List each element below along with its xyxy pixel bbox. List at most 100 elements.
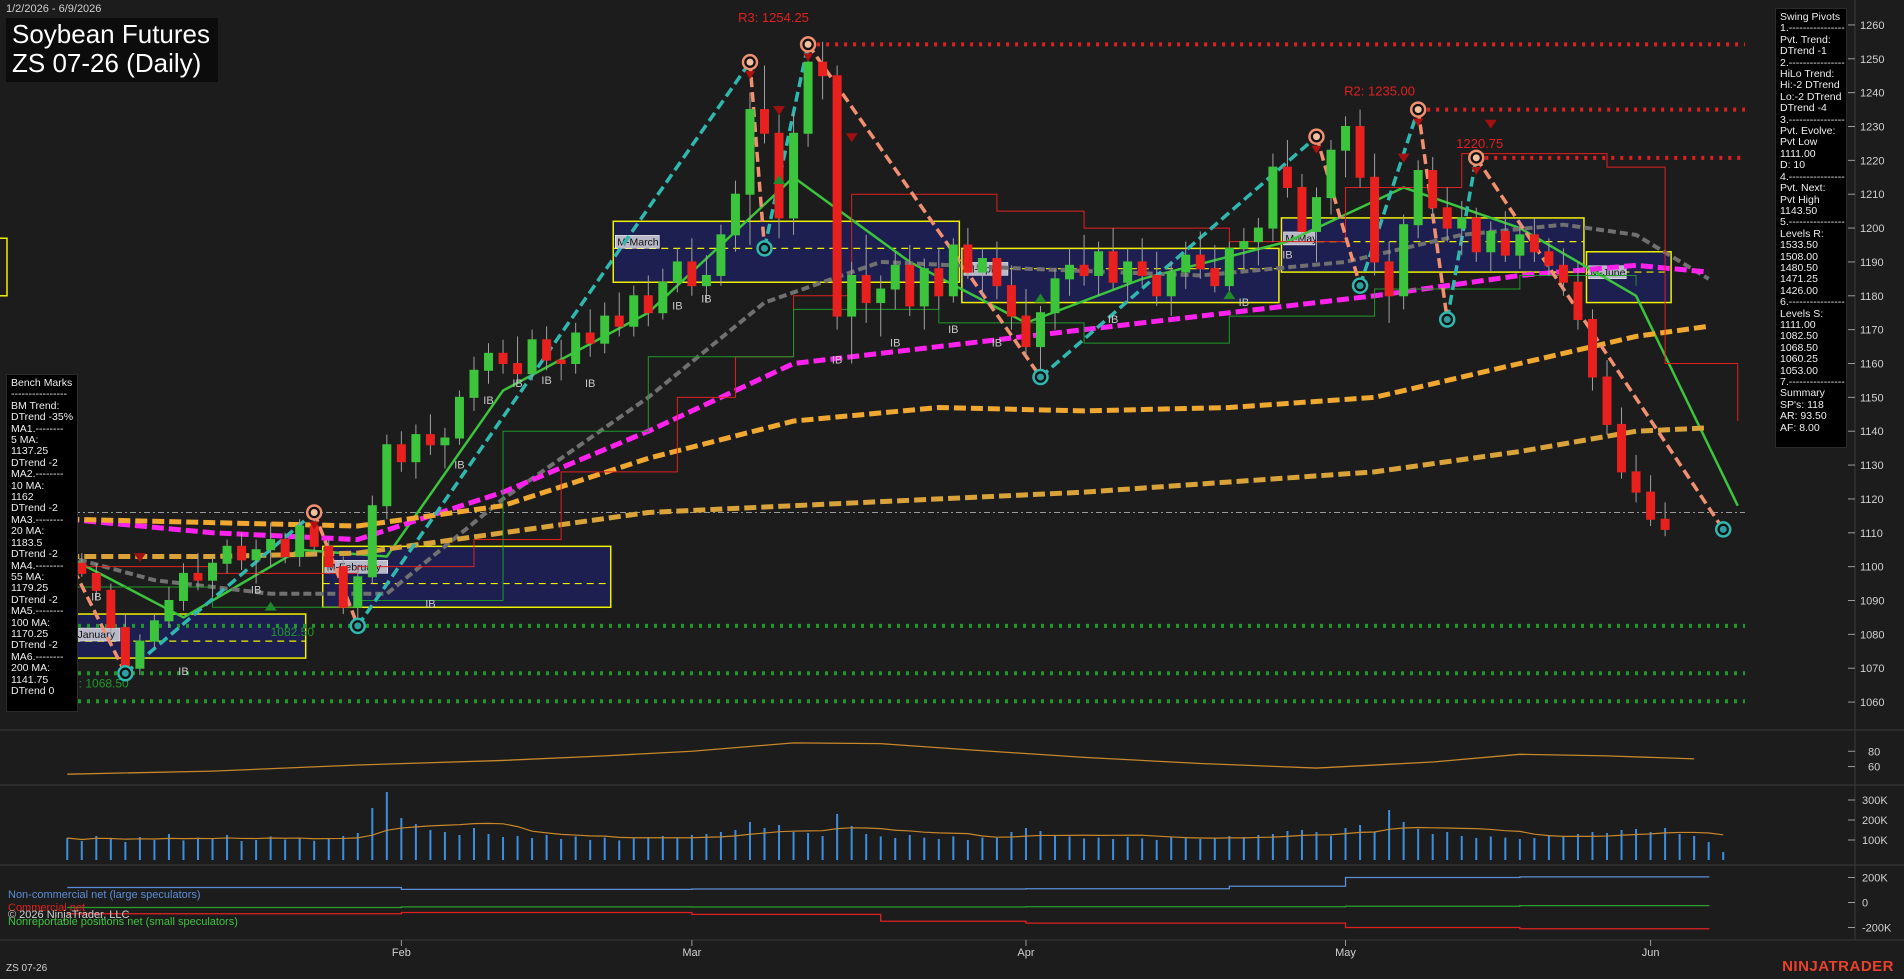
swing-pivots-panel: Swing Pivots 1.---------------- Pvt. Trend… xyxy=(1775,8,1847,448)
ib-marker: IB xyxy=(91,592,101,604)
time-tick-label: May xyxy=(1335,947,1356,959)
ib-marker: IB xyxy=(541,375,551,387)
candle-body xyxy=(716,234,726,276)
candle-body xyxy=(934,268,944,297)
signal-arrow-down xyxy=(1484,119,1497,129)
candle-body xyxy=(1181,254,1191,273)
candle-body xyxy=(1297,186,1307,232)
bench_panel-line: 200 MA: xyxy=(11,662,51,675)
cot-line xyxy=(67,904,1710,909)
candle-body xyxy=(1108,251,1118,283)
candle-body xyxy=(556,359,566,365)
price-tick-label: 1230 xyxy=(1860,122,1884,134)
candle-body xyxy=(760,109,769,134)
candle-body xyxy=(658,281,668,314)
ib-marker: IB xyxy=(890,338,900,350)
candle-body xyxy=(1428,170,1438,209)
candle-body xyxy=(1065,264,1075,280)
candle-body xyxy=(251,549,261,561)
candle-body xyxy=(1471,217,1481,253)
candle-body xyxy=(1617,423,1627,473)
candle-body xyxy=(1195,254,1205,270)
candle-body xyxy=(1079,264,1089,276)
candle-body xyxy=(411,434,421,463)
candle-body xyxy=(454,396,464,439)
candle-body xyxy=(106,589,116,629)
ib-marker: IB xyxy=(1282,250,1292,262)
candle-body xyxy=(1050,278,1060,314)
volume-tick-label: 100K xyxy=(1862,835,1888,847)
candle-body xyxy=(1006,285,1016,317)
candle-body xyxy=(425,434,435,446)
volume-tick-label: 200K xyxy=(1862,815,1888,827)
candle-body xyxy=(890,264,900,290)
candle-body xyxy=(1442,207,1452,229)
pivot-dot xyxy=(746,58,754,66)
candle-body xyxy=(542,339,552,361)
pivot-dot xyxy=(1443,315,1451,323)
swing_panel-line: 6.---------------- xyxy=(1780,296,1845,309)
ib-marker: IB xyxy=(948,324,958,336)
price-chart[interactable]: 1060 1070 1080 1090 1100 1110 1120 1130 1140 1150… xyxy=(0,0,1904,979)
candle-body xyxy=(1166,271,1176,297)
ib-marker: IB xyxy=(251,585,261,597)
price-tick-label: 1170 xyxy=(1860,325,1884,337)
candle-body xyxy=(1544,251,1554,266)
candle-body xyxy=(1094,251,1104,276)
candle-body xyxy=(149,620,159,642)
oscillator-line xyxy=(67,742,1695,775)
candle-body xyxy=(847,274,857,317)
legend-nonreportable: Nonreportable positions net (small specu… xyxy=(8,916,238,928)
candle-body xyxy=(789,132,799,219)
candle-body xyxy=(135,640,145,669)
pivot-dot xyxy=(310,508,318,516)
candle-body xyxy=(1152,274,1162,297)
candle-body xyxy=(1253,227,1263,243)
candle-body xyxy=(876,288,886,304)
time-tick-label: Apr xyxy=(1017,947,1034,959)
candle-body xyxy=(469,369,479,398)
pivot-dot xyxy=(1312,133,1320,141)
candle-body xyxy=(818,61,828,77)
ib-marker: IB xyxy=(483,395,493,407)
ib-marker: IB xyxy=(1108,314,1118,326)
price-tick-label: 1140 xyxy=(1860,426,1884,438)
candle-body xyxy=(338,566,348,608)
candle-body xyxy=(745,109,755,195)
candle-body xyxy=(91,572,101,591)
bench_panel-line: DTrend -35% xyxy=(11,411,74,424)
swing_panel-line: 5.---------------- xyxy=(1780,216,1845,229)
swing_panel-line: DTrend -1 xyxy=(1780,45,1827,58)
ib-marker: IB xyxy=(425,598,435,610)
candle-body xyxy=(919,268,929,307)
candle-body xyxy=(963,244,973,273)
candle-body xyxy=(1500,230,1510,256)
candle-body xyxy=(977,258,987,273)
date-range: 1/2/2026 - 6/9/2026 xyxy=(6,3,102,15)
candle-body xyxy=(1224,247,1234,287)
price-tick-label: 1250 xyxy=(1860,54,1884,66)
candle-body xyxy=(948,244,958,297)
instrument-name: Soybean Futures xyxy=(12,19,211,49)
ib-marker: IB xyxy=(992,338,1002,350)
price-tick-label: 1180 xyxy=(1860,291,1884,303)
pivot-dot xyxy=(1356,282,1364,290)
candle-body xyxy=(687,261,697,287)
candle-body xyxy=(367,505,377,578)
moving-average-line xyxy=(67,323,1710,529)
cot-tick-label: 0 xyxy=(1862,898,1868,910)
candle-body xyxy=(280,539,290,557)
pivot-dot xyxy=(1472,154,1480,162)
candle-body xyxy=(803,61,813,134)
price-tick-label: 1210 xyxy=(1860,189,1884,201)
pivot-dot xyxy=(1414,106,1422,114)
candle-body xyxy=(832,75,842,317)
volume-average-line xyxy=(67,822,1724,841)
candle-body xyxy=(1515,234,1525,256)
signal-arrow-down xyxy=(773,106,786,116)
bench_panel-line: MA2.-------- xyxy=(11,468,64,481)
footer-symbol: ZS 07-26 xyxy=(6,963,48,974)
candle-body xyxy=(266,539,276,551)
candle-body xyxy=(1282,166,1292,188)
ib-marker: IB xyxy=(672,300,682,312)
